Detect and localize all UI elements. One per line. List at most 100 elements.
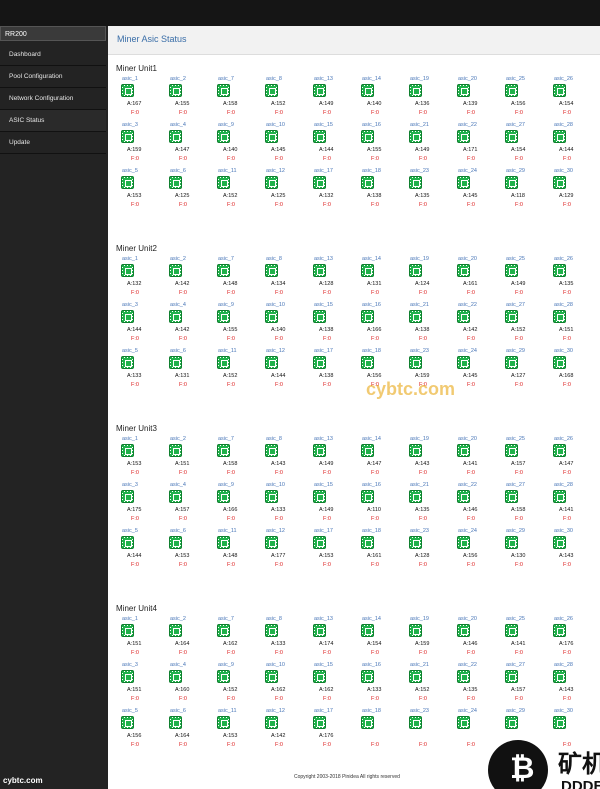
asic-f-value: F:0 bbox=[419, 742, 427, 748]
asic-label: asic_15 bbox=[314, 482, 333, 488]
asic-cell: asic_13 A:174 F:0 bbox=[308, 616, 356, 661]
asic-a-value: A:141 bbox=[511, 641, 526, 647]
asic-f-value: F:0 bbox=[467, 516, 475, 522]
asic-f-value: F:0 bbox=[371, 156, 379, 162]
chip-icon bbox=[361, 624, 374, 637]
chip-icon bbox=[505, 310, 518, 323]
chip-icon bbox=[505, 716, 518, 729]
asic-a-value: A:145 bbox=[463, 193, 478, 199]
asic-label: asic_6 bbox=[170, 708, 186, 714]
asic-cell: asic_6 A:125 F:0 bbox=[164, 168, 212, 213]
asic-cell: asic_16 A:133 F:0 bbox=[356, 662, 404, 707]
chip-icon bbox=[505, 130, 518, 143]
chip-icon bbox=[265, 536, 278, 549]
chip-icon bbox=[409, 716, 422, 729]
chip-icon bbox=[121, 716, 134, 729]
asic-a-value: A:158 bbox=[223, 101, 238, 107]
asic-label: asic_14 bbox=[362, 76, 381, 82]
asic-cell: asic_29 A:118 F:0 bbox=[500, 168, 548, 213]
asic-label: asic_17 bbox=[314, 348, 333, 354]
unit-title: Miner Unit1 bbox=[116, 64, 157, 73]
asic-cell: asic_19 A:136 F:0 bbox=[404, 76, 452, 121]
asic-a-value: A:153 bbox=[223, 733, 238, 739]
asic-cell: asic_10 A:133 F:0 bbox=[260, 482, 308, 527]
asic-a-value: A:140 bbox=[271, 327, 286, 333]
asic-f-value: F:0 bbox=[467, 650, 475, 656]
nav-pool-configuration[interactable]: Pool Configuration bbox=[0, 66, 106, 88]
page-title: Miner Asic Status bbox=[117, 34, 187, 44]
asic-cell: asic_7 A:158 F:0 bbox=[212, 76, 260, 121]
chip-icon bbox=[313, 624, 326, 637]
asic-cell: asic_13 A:149 F:0 bbox=[308, 76, 356, 121]
asic-cell: asic_15 A:138 F:0 bbox=[308, 302, 356, 347]
chip-icon bbox=[553, 84, 566, 97]
asic-cell: asic_12 A:177 F:0 bbox=[260, 528, 308, 573]
asic-label: asic_15 bbox=[314, 302, 333, 308]
miner-unit: Miner Unit1 asic_1 A:167 F:0 asic_2 A:155 F:0 a… bbox=[116, 64, 596, 208]
asic-cell: asic_29 F:0 bbox=[500, 708, 548, 753]
asic-label: asic_4 bbox=[170, 662, 186, 668]
asic-label: asic_24 bbox=[458, 708, 477, 714]
asic-label: asic_3 bbox=[122, 302, 138, 308]
chip-icon bbox=[409, 536, 422, 549]
asic-f-value: F:0 bbox=[323, 516, 331, 522]
asic-f-value: F:0 bbox=[371, 202, 379, 208]
asic-cell: asic_2 A:155 F:0 bbox=[164, 76, 212, 121]
chip-icon bbox=[265, 490, 278, 503]
nav-update[interactable]: Update bbox=[0, 132, 106, 154]
asic-f-value: F:0 bbox=[467, 470, 475, 476]
asic-label: asic_19 bbox=[410, 256, 429, 262]
nav-dashboard[interactable]: Dashboard bbox=[0, 44, 106, 66]
chip-icon bbox=[409, 84, 422, 97]
asic-a-value: A:146 bbox=[463, 641, 478, 647]
asic-label: asic_21 bbox=[410, 662, 429, 668]
asic-a-value: A:133 bbox=[127, 373, 142, 379]
asic-a-value: A:158 bbox=[223, 461, 238, 467]
asic-a-value: A:132 bbox=[127, 281, 142, 287]
asic-a-value: A:141 bbox=[463, 461, 478, 467]
asic-f-value: F:0 bbox=[179, 742, 187, 748]
asic-f-value: F:0 bbox=[371, 562, 379, 568]
asic-label: asic_18 bbox=[362, 528, 381, 534]
sidebar: RR200 Dashboard Pool Configuration Netwo… bbox=[0, 26, 108, 789]
asic-f-value: F:0 bbox=[323, 650, 331, 656]
asic-cell: asic_22 A:146 F:0 bbox=[452, 482, 500, 527]
asic-cell: asic_1 A:153 F:0 bbox=[116, 436, 164, 481]
asic-a-value: A:175 bbox=[127, 507, 142, 513]
asic-cell: asic_6 A:131 F:0 bbox=[164, 348, 212, 393]
chip-icon bbox=[457, 264, 470, 277]
asic-label: asic_3 bbox=[122, 662, 138, 668]
asic-f-value: F:0 bbox=[275, 156, 283, 162]
asic-label: asic_3 bbox=[122, 482, 138, 488]
nav-asic-status[interactable]: ASIC Status bbox=[0, 110, 106, 132]
asic-a-value: A:155 bbox=[175, 101, 190, 107]
asic-f-value: F:0 bbox=[371, 696, 379, 702]
asic-a-value: A:125 bbox=[175, 193, 190, 199]
chip-icon bbox=[361, 444, 374, 457]
asic-f-value: F:0 bbox=[275, 202, 283, 208]
asic-cell: asic_12 A:125 F:0 bbox=[260, 168, 308, 213]
asic-label: asic_1 bbox=[122, 256, 138, 262]
asic-cell: asic_11 A:152 F:0 bbox=[212, 168, 260, 213]
asic-a-value: A:135 bbox=[415, 507, 430, 513]
asic-cell: asic_21 A:135 F:0 bbox=[404, 482, 452, 527]
asic-label: asic_18 bbox=[362, 348, 381, 354]
asic-a-value: A:162 bbox=[319, 687, 334, 693]
chip-icon bbox=[121, 356, 134, 369]
asic-a-value: A:152 bbox=[271, 101, 286, 107]
chip-icon bbox=[313, 490, 326, 503]
asic-f-value: F:0 bbox=[563, 290, 571, 296]
asic-a-value: A:147 bbox=[175, 147, 190, 153]
asic-a-value: A:152 bbox=[223, 373, 238, 379]
asic-a-value: A:168 bbox=[559, 373, 574, 379]
chip-icon bbox=[313, 670, 326, 683]
asic-label: asic_8 bbox=[266, 616, 282, 622]
asic-f-value: F:0 bbox=[467, 562, 475, 568]
asic-f-value: F:0 bbox=[515, 562, 523, 568]
chip-icon bbox=[169, 624, 182, 637]
asic-label: asic_10 bbox=[266, 482, 285, 488]
asic-f-value: F:0 bbox=[179, 470, 187, 476]
asic-label: asic_16 bbox=[362, 122, 381, 128]
asic-cell: asic_17 A:153 F:0 bbox=[308, 528, 356, 573]
nav-network-configuration[interactable]: Network Configuration bbox=[0, 88, 106, 110]
